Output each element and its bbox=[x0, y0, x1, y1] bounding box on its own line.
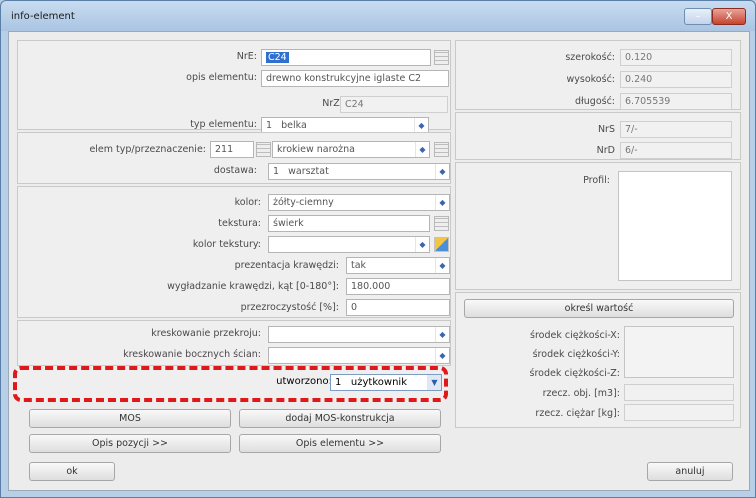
kolor-value: żółty-ciemny bbox=[273, 197, 334, 208]
tekstura-field[interactable]: świerk bbox=[268, 215, 430, 232]
wysokosc-field: 0.240 bbox=[620, 71, 732, 88]
usage-panel: elem typ/przeznaczenie: 211 krokiew naro… bbox=[17, 132, 451, 184]
opis-pozycji-button[interactable]: Opis pozycji >> bbox=[29, 434, 231, 453]
created-num: 1 bbox=[335, 377, 342, 388]
typ-num: 1 bbox=[266, 120, 273, 131]
color-picker-icon[interactable] bbox=[434, 237, 449, 252]
profile-label: Profil: bbox=[583, 175, 610, 186]
prezentacja-value: tak bbox=[351, 260, 367, 271]
nrs-label: NrS bbox=[597, 124, 615, 135]
typ-label: typ elementu: bbox=[190, 119, 257, 130]
elem-select[interactable]: krokiew narożna ◆ bbox=[272, 141, 430, 158]
opis-label: opis elementu: bbox=[186, 72, 257, 83]
wysokosc-label: wysokość: bbox=[566, 74, 615, 85]
wygladzanie-label: wygładzanie krawędzi, kąt [0-180°]: bbox=[167, 281, 339, 292]
minimize-button[interactable]: – bbox=[684, 8, 712, 25]
nrd-label: NrD bbox=[596, 145, 615, 156]
basic-info-panel: NrE: C24 opis elementu: drewno konstrukc… bbox=[17, 40, 451, 134]
chevron-down-icon: ◆ bbox=[435, 195, 449, 210]
dialog-client-area: NrE: C24 opis elementu: drewno konstrukc… bbox=[8, 31, 750, 491]
dostawa-value: warsztat bbox=[288, 166, 329, 177]
boczne-select[interactable]: ◆ bbox=[268, 347, 450, 364]
ok-button[interactable]: ok bbox=[29, 462, 115, 481]
kolor-tekstury-select[interactable]: ◆ bbox=[268, 236, 430, 253]
nre-label: NrE: bbox=[236, 51, 257, 62]
table-icon[interactable] bbox=[434, 142, 449, 157]
prezentacja-label: prezentacja krawędzi: bbox=[234, 260, 339, 271]
nre-value: C24 bbox=[266, 52, 289, 63]
created-label: utworzono: bbox=[276, 376, 332, 387]
dlugosc-label: długość: bbox=[575, 96, 615, 107]
table-icon[interactable] bbox=[256, 142, 271, 157]
nrd-field: 6/- bbox=[620, 142, 732, 159]
dlugosc-field: 6.705539 bbox=[620, 93, 732, 110]
wygladzanie-field[interactable]: 180.000 bbox=[346, 278, 450, 295]
cx-label: środek ciężkości-X: bbox=[530, 330, 620, 341]
cz-label: środek ciężkości-Z: bbox=[529, 368, 620, 379]
profile-panel: Profil: bbox=[455, 162, 741, 290]
compute-button[interactable]: określ wartość bbox=[464, 299, 734, 318]
table-icon[interactable] bbox=[434, 216, 449, 231]
przekroj-select[interactable]: ◆ bbox=[268, 326, 450, 343]
numbers-panel: NrS 7/- NrD 6/- bbox=[455, 112, 741, 160]
mos-button[interactable]: MOS bbox=[29, 409, 231, 428]
chevron-down-icon: ◆ bbox=[435, 327, 449, 342]
nrs-field: 7/- bbox=[620, 121, 732, 138]
created-highlight-box: utworzono: 1 użytkownik ▼ bbox=[13, 366, 448, 402]
przezroczystosc-field[interactable]: 0 bbox=[346, 299, 450, 316]
centroid-values bbox=[624, 326, 734, 378]
minimize-icon: – bbox=[695, 11, 701, 22]
chevron-down-icon: ◆ bbox=[415, 142, 429, 157]
hatching-panel: kreskowanie przekroju: ◆ kreskowanie boc… bbox=[17, 320, 451, 366]
close-icon: X bbox=[725, 11, 733, 22]
chevron-down-icon: ◆ bbox=[415, 237, 429, 252]
dialog-window: info-element – X NrE: C24 opis elementu:… bbox=[0, 0, 756, 498]
vol-label: rzecz. obj. [m3]: bbox=[542, 388, 620, 399]
przekroj-label: kreskowanie przekroju: bbox=[151, 328, 261, 339]
chevron-down-icon: ◆ bbox=[435, 258, 449, 273]
weight-label: rzecz. ciężar [kg]: bbox=[535, 408, 620, 419]
compute-panel: określ wartość środek ciężkości-X: środe… bbox=[455, 292, 741, 428]
szerokosc-field: 0.120 bbox=[620, 49, 732, 66]
dostawa-num: 1 bbox=[273, 166, 280, 177]
nre-field[interactable]: C24 bbox=[261, 49, 431, 66]
elem-num-field[interactable]: 211 bbox=[210, 141, 254, 158]
chevron-down-icon: ▼ bbox=[427, 375, 441, 390]
cy-label: środek ciężkości-Y: bbox=[532, 349, 620, 360]
opis-elementu-button[interactable]: Opis elementu >> bbox=[239, 434, 441, 453]
dimensions-panel: szerokość: 0.120 wysokość: 0.240 długość… bbox=[455, 40, 741, 110]
created-select[interactable]: 1 użytkownik ▼ bbox=[330, 374, 442, 391]
title-bar: info-element – X bbox=[1, 1, 755, 31]
cancel-button[interactable]: anuluj bbox=[647, 462, 733, 481]
elem-label: elem typ/przeznaczenie: bbox=[89, 144, 206, 155]
kolor-label: kolor: bbox=[234, 197, 261, 208]
chevron-down-icon: ◆ bbox=[435, 164, 449, 179]
table-icon[interactable] bbox=[434, 50, 449, 65]
prezentacja-select[interactable]: tak ◆ bbox=[346, 257, 450, 274]
dostawa-select[interactable]: 1 warsztat ◆ bbox=[268, 163, 450, 180]
typ-value: belka bbox=[281, 120, 307, 131]
przezroczystosc-label: przezroczystość [%]: bbox=[240, 302, 339, 313]
vol-field bbox=[624, 384, 734, 401]
add-mos-button[interactable]: dodaj MOS-konstrukcja bbox=[239, 409, 441, 428]
window-title: info-element bbox=[11, 11, 75, 22]
created-value: użytkownik bbox=[350, 377, 407, 388]
chevron-down-icon: ◆ bbox=[414, 118, 428, 133]
profile-preview bbox=[618, 171, 732, 281]
dostawa-label: dostawa: bbox=[213, 165, 257, 176]
weight-field bbox=[624, 404, 734, 421]
chevron-down-icon: ◆ bbox=[435, 348, 449, 363]
boczne-label: kreskowanie bocznych ścian: bbox=[123, 349, 261, 360]
szerokosc-label: szerokość: bbox=[565, 52, 615, 63]
opis-field[interactable]: drewno konstrukcyjne iglaste C2 bbox=[261, 70, 449, 87]
appearance-panel: kolor: żółty-ciemny ◆ tekstura: świerk k… bbox=[17, 186, 451, 318]
kolor-tekstury-label: kolor tekstury: bbox=[192, 239, 261, 250]
elem-value: krokiew narożna bbox=[277, 144, 355, 155]
close-button[interactable]: X bbox=[712, 8, 746, 25]
nrz-field: C24 bbox=[340, 96, 448, 113]
kolor-select[interactable]: żółty-ciemny ◆ bbox=[268, 194, 450, 211]
tekstura-label: tekstura: bbox=[218, 218, 261, 229]
